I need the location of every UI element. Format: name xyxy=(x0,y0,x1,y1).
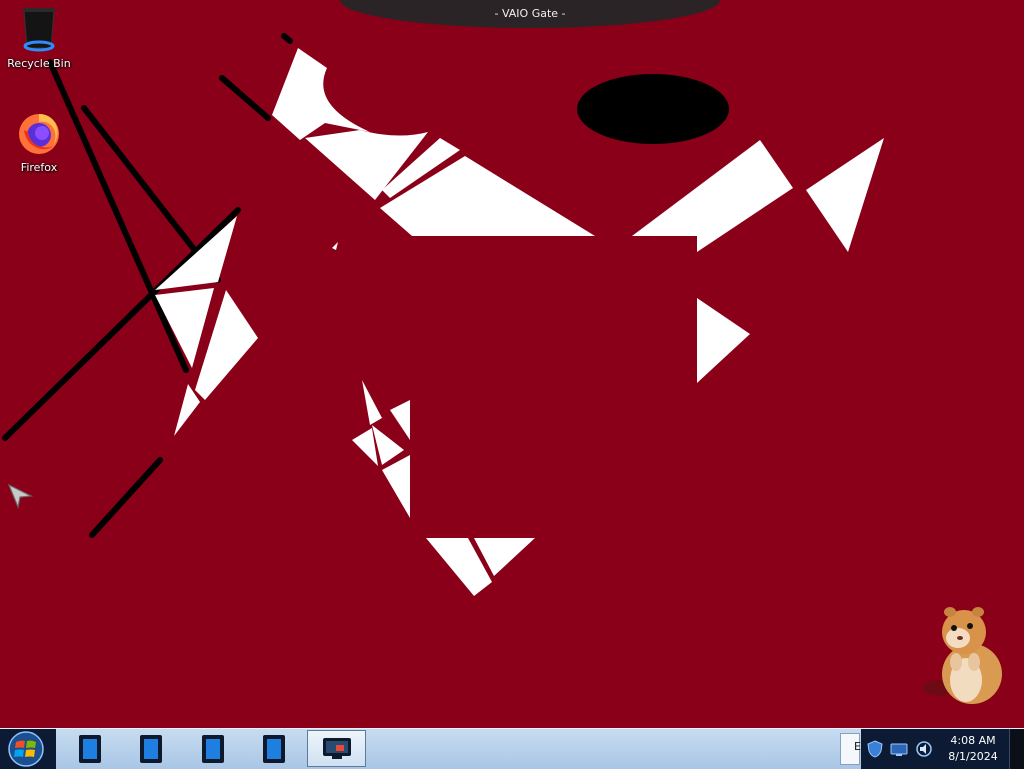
wallpaper-stroke xyxy=(281,33,293,44)
wallpaper-shard xyxy=(272,48,370,140)
hamster-mascot[interactable] xyxy=(920,604,1010,708)
clock-date: 8/1/2024 xyxy=(948,750,998,763)
taskbar: E 4:08 AM 8/1/2024 xyxy=(0,728,1024,769)
taskbar-app-button[interactable] xyxy=(123,730,179,767)
wallpaper-stroke xyxy=(219,75,271,121)
wallpaper-shard xyxy=(362,380,382,425)
tablet-app-icon xyxy=(79,735,101,763)
firefox-icon xyxy=(2,110,76,159)
wallpaper-shard xyxy=(697,298,750,383)
desktop-icon-firefox[interactable]: Firefox xyxy=(2,110,76,174)
tray-overflow-label: E xyxy=(854,740,861,753)
wallpaper-shard xyxy=(632,140,793,252)
clock-time: 4:08 AM xyxy=(950,734,996,747)
desktop[interactable]: - VAIO Gate - Recycle Bin Firefox xyxy=(0,0,1024,728)
taskbar-app-button-active[interactable] xyxy=(307,730,366,767)
clock[interactable]: 4:08 AM 8/1/2024 xyxy=(943,733,1003,765)
tray-overflow-button[interactable]: E xyxy=(840,733,861,765)
wallpaper-shard xyxy=(155,288,214,368)
recycle-bin-icon xyxy=(2,6,76,55)
wallpaper-shard xyxy=(806,138,884,252)
wallpaper-shard xyxy=(382,455,410,518)
monitor-app-icon xyxy=(323,738,351,759)
mouse-cursor-icon xyxy=(7,483,34,510)
start-button[interactable] xyxy=(7,730,45,768)
speaker-icon[interactable] xyxy=(915,740,933,758)
desktop-icon-label: Firefox xyxy=(20,161,58,174)
desktop-icon-label: Recycle Bin xyxy=(7,57,71,70)
tablet-app-icon xyxy=(202,735,224,763)
wallpaper-shard xyxy=(390,400,410,440)
wallpaper-shard xyxy=(305,130,428,200)
start-area xyxy=(0,729,56,769)
shield-icon[interactable] xyxy=(867,740,883,758)
wallpaper-art xyxy=(2,33,884,596)
taskbar-app-button[interactable] xyxy=(185,730,241,767)
wallpaper-shard xyxy=(174,384,200,436)
window-title: - VAIO Gate - xyxy=(494,7,566,20)
network-icon[interactable] xyxy=(890,741,908,757)
show-desktop-button[interactable] xyxy=(1009,729,1024,769)
wallpaper-stroke xyxy=(89,457,163,538)
taskbar-app-button[interactable] xyxy=(62,730,118,767)
wallpaper-shard xyxy=(332,242,338,250)
tablet-app-icon xyxy=(263,735,285,763)
wallpaper-oval xyxy=(577,74,729,144)
system-tray: 4:08 AM 8/1/2024 xyxy=(861,729,1024,769)
tablet-app-icon xyxy=(140,735,162,763)
desktop-icon-recycle-bin[interactable]: Recycle Bin xyxy=(2,6,76,70)
wallpaper-shard xyxy=(352,428,378,466)
taskbar-app-button[interactable] xyxy=(246,730,302,767)
